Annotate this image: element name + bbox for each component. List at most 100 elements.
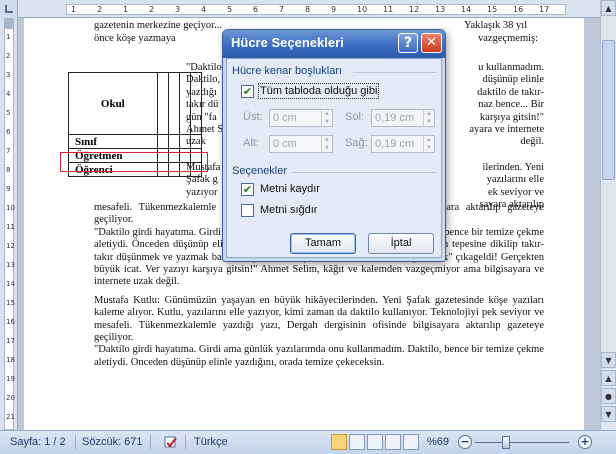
ruler-tick-label: 5 bbox=[227, 5, 233, 14]
wrap-text-label[interactable]: Metni kaydır bbox=[260, 183, 320, 195]
fit-text-label[interactable]: Metni sığdır bbox=[260, 204, 317, 216]
scrollbar-thumb[interactable] bbox=[602, 40, 615, 180]
dialog-body: Hücre kenar boşlukları ✔ Tüm tabloda old… bbox=[226, 58, 442, 258]
ruler-tick-label: 11 bbox=[6, 223, 15, 231]
web-layout-view-icon[interactable] bbox=[367, 434, 383, 450]
table-cell-text: Sınıf bbox=[75, 135, 98, 148]
vertical-scrollbar[interactable]: ▲ ▼ ▲ ● ▼ bbox=[600, 0, 616, 430]
zoom-level[interactable]: %69 bbox=[427, 436, 449, 448]
table-cell[interactable] bbox=[189, 72, 203, 135]
status-divider bbox=[150, 435, 151, 450]
close-icon[interactable]: ✕ bbox=[421, 33, 442, 53]
table-cell[interactable] bbox=[178, 72, 191, 135]
word-count[interactable]: Sözcük: 671 bbox=[82, 436, 143, 448]
zoom-slider-thumb[interactable] bbox=[501, 436, 510, 449]
draft-view-icon[interactable] bbox=[403, 434, 419, 450]
doc-line: karşıya gitsin!" bbox=[479, 111, 544, 123]
same-as-table-checkbox[interactable]: ✔ bbox=[241, 85, 254, 98]
ruler-tick-label: 18 bbox=[6, 356, 15, 364]
bottom-margin-spinner[interactable]: 0 cm ▲ ▼ bbox=[269, 135, 333, 153]
ruler-tick-label: 20 bbox=[6, 394, 15, 402]
ruler-tick-label: 4 bbox=[6, 90, 11, 98]
cancel-button[interactable]: İptal bbox=[368, 233, 434, 254]
spinner-arrows-icon[interactable]: ▲ ▼ bbox=[423, 136, 434, 152]
ruler-tick-label: 9 bbox=[331, 5, 337, 14]
ruler-tick-label: 21 bbox=[6, 413, 15, 421]
ruler-tick-label: 1 bbox=[123, 5, 129, 14]
ruler-tick-label: 3 bbox=[175, 5, 181, 14]
help-icon[interactable]: ? bbox=[398, 33, 418, 53]
section-divider bbox=[353, 72, 437, 73]
top-margin-value: 0 cm bbox=[273, 112, 297, 124]
status-bar: Sayfa: 1 / 2 Sözcük: 671 Türkçe %69 − + bbox=[0, 430, 616, 454]
ruler-tick-label: 3 bbox=[6, 71, 11, 79]
checkmark-icon: ✔ bbox=[242, 183, 253, 196]
table-cell[interactable] bbox=[189, 134, 203, 149]
table-cell[interactable] bbox=[167, 134, 180, 149]
ruler-tick-label: 5 bbox=[6, 109, 11, 117]
horizontal-ruler[interactable]: 1 2 1 2 3 4 5 6 7 8 9 10 11 12 13 14 15 16 17 bbox=[0, 0, 600, 18]
ruler-tick-label: 7 bbox=[6, 147, 11, 155]
next-page-icon[interactable]: ▼ bbox=[601, 406, 616, 422]
ruler-tick-label: 16 bbox=[513, 5, 524, 14]
ruler-tick-label: 14 bbox=[6, 280, 15, 288]
ruler-tick-label: 15 bbox=[6, 299, 15, 307]
page-indicator[interactable]: Sayfa: 1 / 2 bbox=[10, 436, 66, 448]
table-cell[interactable] bbox=[167, 72, 180, 135]
section-options: Seçenekler bbox=[232, 165, 288, 177]
print-layout-view-icon[interactable] bbox=[331, 434, 347, 450]
ruler-tick-label: 19 bbox=[6, 375, 15, 383]
doc-line: daktilo de takır- bbox=[477, 86, 544, 98]
table-cell[interactable] bbox=[156, 134, 169, 149]
doc-line: değil. bbox=[520, 136, 544, 148]
top-margin-label: Üst: bbox=[243, 111, 263, 123]
ruler-tick-label: 11 bbox=[383, 5, 394, 14]
doc-column-right: u kullanmadım. düşünüp elinle daktilo de… bbox=[450, 62, 544, 149]
ruler-tick-label: 13 bbox=[435, 5, 446, 14]
spinner-arrows-icon[interactable]: ▲ ▼ bbox=[423, 110, 434, 126]
bottom-margin-label: Alt: bbox=[243, 137, 259, 149]
outline-view-icon[interactable] bbox=[385, 434, 401, 450]
wrap-text-checkbox[interactable]: ✔ bbox=[241, 183, 254, 196]
ok-button[interactable]: Tamam bbox=[290, 233, 356, 254]
proofing-icon[interactable] bbox=[163, 434, 179, 450]
ruler-tick-label: 1 bbox=[6, 33, 11, 41]
doc-line: u kullanmadım. bbox=[478, 62, 544, 73]
same-as-table-label[interactable]: Tüm tabloda olduğu gibi bbox=[257, 83, 380, 99]
tab-selector-icon[interactable] bbox=[0, 0, 18, 18]
scroll-up-arrow-icon[interactable]: ▲ bbox=[601, 0, 616, 16]
ruler-tick-label: 12 bbox=[6, 242, 15, 250]
ruler-tick-label: 17 bbox=[539, 5, 550, 14]
language-indicator[interactable]: Türkçe bbox=[194, 436, 228, 448]
checkmark-icon: ✔ bbox=[242, 85, 253, 98]
zoom-out-icon[interactable]: − bbox=[458, 435, 472, 449]
zoom-slider-track[interactable] bbox=[475, 442, 569, 443]
cell-options-dialog[interactable]: Hücre Seçenekleri ? ✕ Hücre kenar boşluk… bbox=[222, 29, 446, 262]
ruler-tick-label: 16 bbox=[6, 318, 15, 326]
ruler-tick-label: 10 bbox=[357, 5, 368, 14]
spinner-arrows-icon[interactable]: ▲ ▼ bbox=[321, 110, 332, 126]
top-margin-spinner[interactable]: 0 cm ▲ ▼ bbox=[269, 109, 333, 127]
zoom-in-icon[interactable]: + bbox=[578, 435, 592, 449]
ruler-tick-label: 8 bbox=[6, 166, 11, 174]
full-screen-reading-icon[interactable] bbox=[349, 434, 365, 450]
dialog-title: Hücre Seçenekleri bbox=[231, 35, 344, 50]
table-cell[interactable] bbox=[156, 72, 169, 135]
previous-page-icon[interactable]: ▲ bbox=[601, 370, 616, 386]
table-cell[interactable] bbox=[178, 134, 191, 149]
ruler-tick-label: 13 bbox=[6, 261, 15, 269]
scroll-down-arrow-icon[interactable]: ▼ bbox=[601, 352, 616, 368]
table-cell-sinif[interactable]: Sınıf bbox=[68, 134, 158, 149]
ruler-tick-label: 1 bbox=[71, 5, 77, 14]
table-cell-okul[interactable]: Okul bbox=[68, 72, 158, 135]
right-margin-spinner[interactable]: 0,19 cm ▲ ▼ bbox=[371, 135, 435, 153]
dialog-title-bar[interactable]: Hücre Seçenekleri ? ✕ bbox=[223, 30, 445, 58]
left-margin-spinner[interactable]: 0,19 cm ▲ ▼ bbox=[371, 109, 435, 127]
browse-object-icon[interactable]: ● bbox=[601, 388, 616, 404]
fit-text-checkbox[interactable] bbox=[241, 204, 254, 217]
spinner-arrows-icon[interactable]: ▲ ▼ bbox=[321, 136, 332, 152]
vertical-ruler-track[interactable]: 1 2 3 4 5 6 7 8 9 10 11 12 13 14 15 16 17 18 19 20 21 bbox=[4, 18, 15, 430]
doc-line: ek seviyor ve bbox=[488, 186, 544, 198]
ruler-track[interactable]: 1 2 1 2 3 4 5 6 7 8 9 10 11 12 13 14 15 16 17 bbox=[66, 4, 566, 15]
vertical-ruler[interactable]: 1 2 3 4 5 6 7 8 9 10 11 12 13 14 15 16 17 18 19 20 21 bbox=[0, 18, 18, 430]
